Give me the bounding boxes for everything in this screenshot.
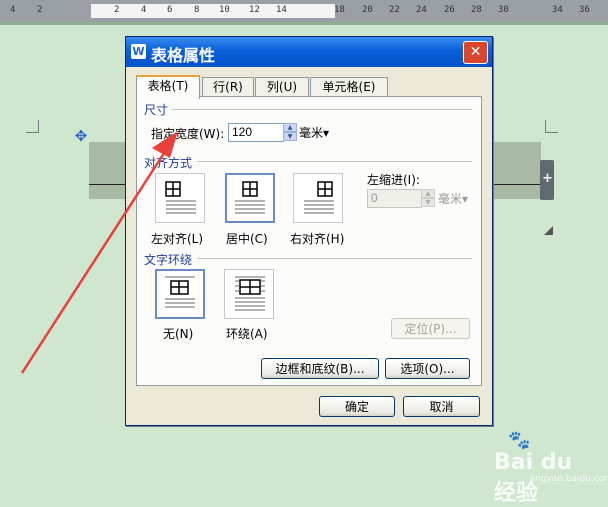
- ruler-label: 6: [167, 5, 173, 15]
- ok-button[interactable]: 确定: [319, 396, 395, 417]
- ruler-label: 14: [276, 5, 287, 15]
- wrap-around-icon: [235, 276, 265, 311]
- ruler-label: 2: [37, 5, 43, 15]
- align-right-option[interactable]: [293, 173, 343, 223]
- align-right-label[interactable]: 右对齐(H): [290, 230, 344, 247]
- close-icon: ✕: [469, 44, 482, 60]
- ruler-label: 4: [141, 5, 147, 15]
- ruler-label: 10: [219, 5, 230, 15]
- borders-shading-button[interactable]: 边框和底纹(B)...: [261, 358, 379, 379]
- ruler-label: 22: [389, 5, 400, 15]
- cancel-button[interactable]: 取消: [403, 396, 480, 417]
- tab-table[interactable]: 表格(T): [136, 75, 200, 99]
- ruler-label: 18: [334, 5, 345, 15]
- ruler-label: 36: [579, 5, 590, 15]
- wrap-none-option[interactable]: [155, 269, 205, 319]
- dialog-title: 表格属性: [151, 46, 216, 65]
- wrap-none-label[interactable]: 无(N): [163, 325, 193, 342]
- table-resize-handle[interactable]: [544, 226, 553, 235]
- ruler-label: 26: [444, 5, 455, 15]
- ruler-text-area: [91, 4, 335, 18]
- size-section-label: 尺寸: [144, 103, 169, 117]
- section-divider: [197, 258, 472, 259]
- table-align-center-icon: [235, 181, 265, 214]
- table-selection: [491, 142, 541, 199]
- ruler-border: [0, 22, 608, 25]
- wrap-around-option[interactable]: [224, 269, 274, 319]
- ruler-label: 34: [552, 5, 563, 15]
- margin-mark: [545, 120, 558, 133]
- width-input[interactable]: [228, 123, 284, 142]
- ruler-label: 28: [471, 5, 482, 15]
- table-border: [491, 184, 541, 185]
- table-align-right-icon: [304, 181, 334, 214]
- width-unit-dropdown[interactable]: 毫米▾: [299, 124, 329, 141]
- wrap-none-icon: [165, 276, 195, 308]
- baidu-jingyan-watermark: 🐾 Bai du 经验 jingyan.baidu.com: [470, 430, 608, 506]
- ruler-label: 12: [249, 5, 260, 15]
- indent-spinner[interactable]: ▲ ▼: [421, 189, 435, 208]
- margin-mark: [26, 120, 39, 133]
- ruler-label: 20: [362, 5, 373, 15]
- align-section-label: 对齐方式: [144, 156, 193, 170]
- width-spinner[interactable]: ▲ ▼: [283, 123, 297, 142]
- plus-icon: +: [542, 171, 553, 186]
- wrap-section-label: 文字环绕: [144, 253, 193, 267]
- table-align-left-icon: [165, 181, 196, 214]
- spin-up-icon[interactable]: ▲: [283, 123, 297, 132]
- width-label: 指定宽度(W):: [151, 127, 225, 141]
- horizontal-ruler[interactable]: 4 2 2 4 6 8 10 12 14 18 20 22 24 26 28 3…: [0, 0, 608, 22]
- ruler-label: 2: [114, 5, 120, 15]
- table-selection: [89, 142, 127, 199]
- align-center-label[interactable]: 居中(C): [226, 230, 268, 247]
- wrap-around-label[interactable]: 环绕(A): [226, 325, 268, 342]
- tab-panel-table: 尺寸 指定宽度(W): ▲▼ 毫米▾ 对齐方式: [136, 96, 482, 386]
- indent-input[interactable]: [367, 189, 422, 208]
- ruler-label: 8: [194, 5, 200, 15]
- table-border: [89, 184, 127, 185]
- tab-cell[interactable]: 单元格(E): [310, 77, 388, 97]
- tab-row[interactable]: 行(R): [202, 77, 254, 97]
- align-left-label[interactable]: 左对齐(L): [151, 230, 203, 247]
- dialog-titlebar[interactable]: W 表格属性 ✕: [126, 37, 492, 67]
- tab-column[interactable]: 列(U): [255, 77, 309, 97]
- close-button[interactable]: ✕: [463, 41, 488, 64]
- align-left-option[interactable]: [155, 173, 205, 223]
- ruler-label: 24: [416, 5, 427, 15]
- spin-down-icon[interactable]: ▼: [283, 132, 297, 141]
- spin-up-icon[interactable]: ▲: [421, 189, 435, 198]
- ruler-label: 30: [498, 5, 509, 15]
- paw-icon: 🐾: [508, 430, 531, 451]
- wps-app-icon: W: [131, 44, 146, 59]
- table-properties-dialog: W 表格属性 ✕ 表格(T) 行(R) 列(U) 单元格(E) 尺寸 指定宽度(…: [125, 36, 493, 426]
- indent-unit-dropdown[interactable]: 毫米▾: [438, 190, 468, 207]
- options-button[interactable]: 选项(O)...: [385, 358, 470, 379]
- move-icon[interactable]: ✥: [73, 128, 89, 144]
- section-divider: [172, 109, 472, 110]
- spin-down-icon[interactable]: ▼: [421, 198, 435, 207]
- ruler-label: 4: [10, 5, 16, 15]
- align-center-option[interactable]: [225, 173, 275, 223]
- indent-label: 左缩进(I):: [367, 173, 420, 187]
- section-divider: [197, 161, 472, 162]
- position-button[interactable]: 定位(P)...: [391, 318, 470, 339]
- add-column-handle[interactable]: +: [540, 160, 554, 200]
- watermark-subtext: jingyan.baidu.com: [530, 474, 608, 484]
